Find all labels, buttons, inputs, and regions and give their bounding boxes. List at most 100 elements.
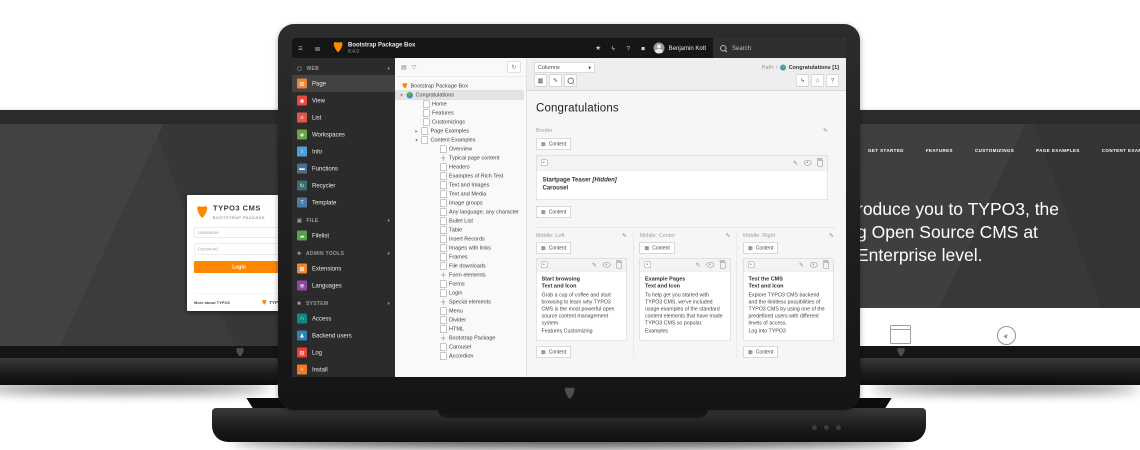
section-web[interactable]: ▢WEB▾: [292, 62, 395, 75]
content-element-body[interactable]: Start browsing Text and Icon Grab a cup …: [537, 272, 627, 341]
visibility-icon[interactable]: [603, 262, 611, 268]
delete-icon[interactable]: [824, 262, 830, 269]
section-admin-tools[interactable]: ✚ADMIN TOOLS▾: [292, 247, 395, 261]
content-element-body[interactable]: Example Pages Text and Icon To help get …: [640, 272, 730, 341]
edit-column-icon[interactable]: ✎: [829, 233, 834, 239]
tree-item-page-examples[interactable]: ▸Page Examples: [395, 127, 524, 136]
module-item-languages[interactable]: ⊕Languages: [292, 277, 395, 294]
nav-page-examples[interactable]: PAGE EXAMPLES: [1036, 148, 1080, 153]
menu-toggle-icon[interactable]: ≡: [292, 38, 309, 58]
module-item-extensions[interactable]: ▦Extensions: [292, 260, 395, 277]
filter-icon[interactable]: ▽: [412, 64, 417, 71]
module-item-log[interactable]: ▤Log: [292, 344, 395, 361]
edit-icon[interactable]: ✎: [695, 262, 700, 268]
section-file[interactable]: ▣FILE▾: [292, 214, 395, 228]
bookmark-star-icon[interactable]: ★: [591, 44, 606, 52]
edit-column-icon[interactable]: ✎: [823, 128, 828, 134]
tree-item-forms[interactable]: Forms: [395, 280, 524, 289]
nav-features[interactable]: FEATURES: [926, 148, 953, 153]
visibility-icon[interactable]: [810, 262, 818, 268]
tree-item-typical-page-content[interactable]: ╪Typical page content: [395, 154, 524, 163]
new-content-button[interactable]: ▦Content: [536, 206, 571, 218]
visibility-icon[interactable]: [707, 262, 715, 268]
tree-item-file-downloads[interactable]: File downloads: [395, 262, 524, 271]
new-content-button[interactable]: ▦Content: [743, 346, 778, 358]
module-item-access[interactable]: ∩Access: [292, 310, 395, 327]
section-system[interactable]: ✱SYSTEM▾: [292, 297, 395, 311]
tree-item-image-groups[interactable]: Image groups: [395, 199, 524, 208]
module-item-page[interactable]: ▤Page: [292, 75, 395, 92]
search-button[interactable]: [564, 75, 577, 87]
edit-icon[interactable]: ✎: [592, 262, 597, 268]
delete-icon[interactable]: [818, 160, 824, 167]
new-content-button[interactable]: ▦Content: [743, 242, 778, 254]
clear-cache-button[interactable]: ϟ: [796, 75, 809, 87]
nav-get-started[interactable]: GET STARTED: [868, 148, 904, 153]
new-page-icon[interactable]: ▤: [401, 64, 407, 71]
new-content-button[interactable]: ▦Content: [536, 138, 571, 150]
tree-item-headers[interactable]: Headers: [395, 163, 524, 172]
delete-icon[interactable]: [617, 262, 623, 269]
tree-item-text-and-media[interactable]: Text and Media: [395, 190, 524, 199]
tree-item-special-elements[interactable]: ╪Special elements: [395, 298, 524, 307]
new-content-button[interactable]: ▦Content: [536, 242, 571, 254]
edit-column-icon[interactable]: ✎: [622, 233, 627, 239]
module-item-view[interactable]: ◉View: [292, 92, 395, 109]
tree-item-menu[interactable]: Menu: [395, 307, 524, 316]
tree-item-accordion[interactable]: Accordion: [395, 352, 524, 361]
help-icon[interactable]: ?: [621, 44, 636, 52]
tree-item-rich-text[interactable]: Examples of Rich Text: [395, 172, 524, 181]
visibility-icon[interactable]: [804, 160, 812, 166]
user-name[interactable]: Benjamin Kott: [669, 45, 706, 52]
tree-item-root[interactable]: Bootstrap Package Box: [395, 82, 524, 91]
module-item-recycler[interactable]: ↻Recycler: [292, 177, 395, 194]
tree-item-carousel[interactable]: Carousel: [395, 343, 524, 352]
search-input[interactable]: [731, 44, 808, 52]
tree-item-home[interactable]: Home: [395, 100, 524, 109]
module-item-install[interactable]: +Install: [292, 361, 395, 377]
tree-item-any-language[interactable]: Any language, any character: [395, 208, 524, 217]
tree-item-bullet-list[interactable]: Bullet List: [395, 217, 524, 226]
refresh-tree-button[interactable]: ↻: [508, 61, 521, 73]
clear-cache-bolt-icon[interactable]: ϟ: [606, 44, 621, 52]
nav-content-examples[interactable]: CONTENT EXAMPLES: [1102, 148, 1140, 153]
module-item-info[interactable]: iInfo: [292, 143, 395, 160]
password-field[interactable]: [194, 244, 284, 255]
tree-item-customizings[interactable]: Customizings: [395, 118, 524, 127]
tree-item-frames[interactable]: Frames: [395, 253, 524, 262]
module-item-workspaces[interactable]: ◈Workspaces: [292, 126, 395, 143]
edit-icon[interactable]: ✎: [799, 262, 804, 268]
content-element-body[interactable]: Startpage Teaser [Hidden] Carousel: [537, 171, 828, 200]
user-avatar[interactable]: [654, 43, 665, 54]
edit-icon[interactable]: ✎: [793, 160, 798, 166]
tree-item-text-and-images[interactable]: Text and Images: [395, 181, 524, 190]
tree-item-insert-records[interactable]: Insert Records: [395, 235, 524, 244]
module-list-icon[interactable]: ≣: [309, 38, 326, 58]
new-content-button[interactable]: ▦Content: [536, 346, 571, 358]
module-item-list[interactable]: ≡List: [292, 109, 395, 126]
content-element-body[interactable]: Test the CMS Text and Icon Explore TYPO3…: [744, 272, 834, 341]
bookmark-button[interactable]: ☆: [811, 75, 824, 87]
tree-item-images-with-links[interactable]: Images with links: [395, 244, 524, 253]
tree-item-overview[interactable]: Overview: [395, 145, 524, 154]
tree-item-bootstrap-package[interactable]: ╪Bootstrap Package: [395, 334, 524, 343]
tree-item-congratulations[interactable]: ▾Congratulations: [395, 91, 524, 100]
more-about-link[interactable]: More about TYPO3: [194, 300, 230, 305]
tree-item-html[interactable]: HTML: [395, 325, 524, 334]
workspace-icon[interactable]: ■: [636, 44, 651, 52]
module-item-functions[interactable]: ▬Functions: [292, 160, 395, 177]
tree-item-divider[interactable]: Divider: [395, 316, 524, 325]
tree-item-features[interactable]: Features: [395, 109, 524, 118]
module-item-filelist[interactable]: ☁Filelist: [292, 227, 395, 244]
new-content-button[interactable]: ▦Content: [640, 242, 675, 254]
tree-item-form-elements[interactable]: ╪Form elements: [395, 271, 524, 280]
tree-item-table[interactable]: Table: [395, 226, 524, 235]
module-item-backend-users[interactable]: ♟Backend users: [292, 327, 395, 344]
view-mode-select[interactable]: Columns▾: [534, 62, 595, 73]
expand-icon[interactable]: ▸: [414, 128, 419, 134]
delete-icon[interactable]: [720, 262, 726, 269]
login-button[interactable]: Login: [194, 261, 284, 273]
module-item-template[interactable]: TTemplate: [292, 194, 395, 211]
edit-page-button[interactable]: ✎: [549, 75, 562, 87]
view-toggle-button[interactable]: ▦: [534, 75, 547, 87]
